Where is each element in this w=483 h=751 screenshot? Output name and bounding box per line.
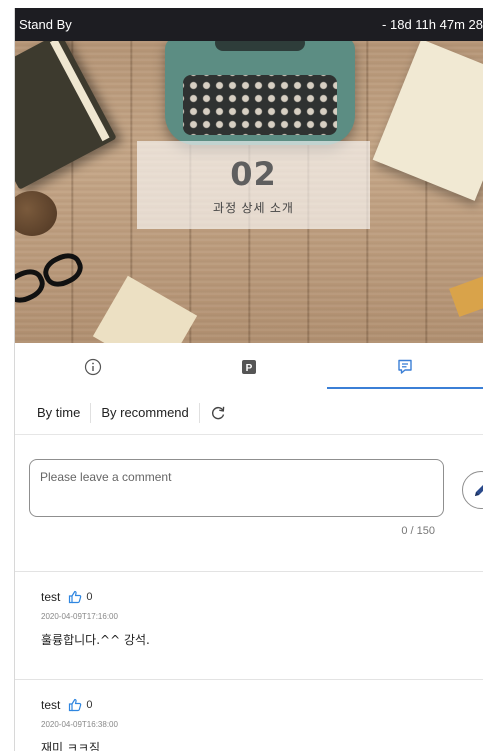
sort-by-time[interactable]: By time (37, 405, 90, 420)
content-tabs: P (15, 343, 483, 391)
p-badge-icon: P (242, 360, 256, 374)
char-counter: 0 / 150 (401, 525, 435, 537)
comment-item: test 0 2020-04-09T17:16:00 훌륭합니다.^^ 강석. (15, 571, 483, 679)
svg-text:P: P (246, 363, 253, 374)
status-bar: Stand By - 18d 11h 47m 28 (15, 8, 483, 41)
app-frame: Stand By - 18d 11h 47m 28 02 과정 상세 소개 P … (14, 8, 483, 751)
like-button[interactable] (68, 590, 82, 604)
status-label: Stand By (19, 17, 72, 32)
divider (90, 402, 92, 423)
comment-text: 훌륭합니다.^^ 강석. (41, 633, 150, 647)
tab-points[interactable]: P (171, 343, 327, 391)
like-button[interactable] (68, 698, 82, 712)
tab-comments[interactable] (327, 343, 483, 391)
section-number: 02 (230, 154, 277, 193)
like-count: 0 (86, 699, 93, 711)
sort-bar: By time By recommend (15, 391, 483, 435)
comment-timestamp: 2020-04-09T16:38:00 (41, 720, 118, 729)
refresh-icon[interactable] (210, 405, 226, 421)
submit-comment-button[interactable] (462, 471, 483, 509)
comment-item: test 0 2020-04-09T16:38:00 재미 ㅋㅋ짐 (15, 679, 483, 751)
tab-info[interactable] (15, 343, 171, 391)
comment-timestamp: 2020-04-09T17:16:00 (41, 612, 118, 621)
comment-composer: 0 / 150 (15, 435, 483, 571)
like-count: 0 (86, 591, 93, 603)
thumbs-up-icon (69, 590, 82, 604)
glasses-decoration (15, 247, 91, 321)
course-hero-image: 02 과정 상세 소개 (15, 41, 483, 343)
comment-author: test (41, 698, 61, 712)
sort-by-recommend[interactable]: By recommend (101, 405, 198, 420)
comment-text: 재미 ㅋㅋ짐 (41, 741, 101, 751)
comment-input[interactable] (29, 459, 444, 517)
section-subtitle: 과정 상세 소개 (213, 200, 294, 215)
hero-title-card: 02 과정 상세 소개 (137, 141, 370, 229)
typewriter-decoration (165, 41, 355, 145)
thumbs-up-icon (69, 698, 82, 712)
comment-author: test (41, 590, 61, 604)
divider (198, 402, 200, 423)
info-icon (84, 358, 102, 376)
countdown-timer: - 18d 11h 47m 28 (382, 17, 483, 32)
comment-icon (398, 359, 412, 374)
pencil-icon (475, 485, 483, 496)
